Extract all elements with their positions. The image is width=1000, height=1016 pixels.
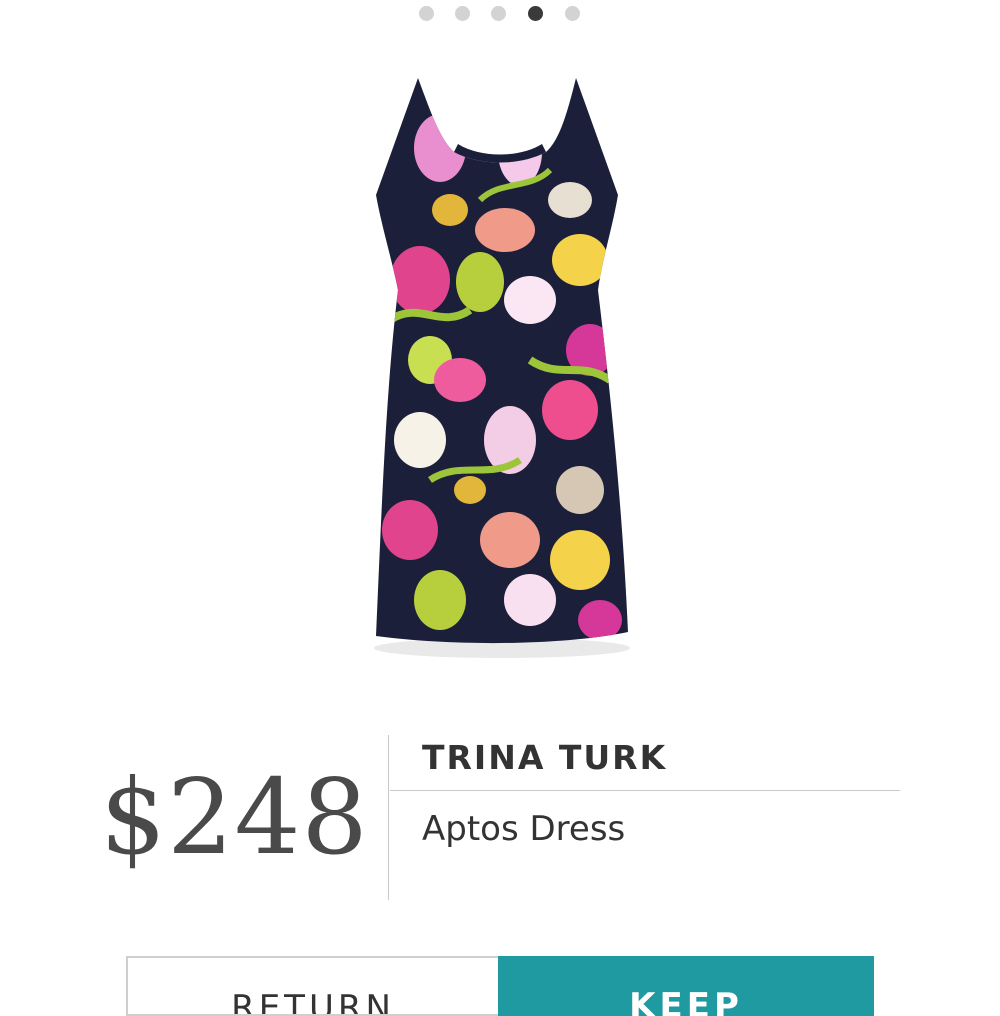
- vertical-divider: [388, 735, 389, 900]
- item-name: Aptos Dress: [422, 809, 626, 849]
- return-button-label: RETURN: [231, 988, 395, 1016]
- carousel-dot-4-active[interactable]: [528, 6, 543, 21]
- keep-button[interactable]: KEEP: [498, 956, 874, 1016]
- dress-illustration: [374, 78, 630, 658]
- return-button[interactable]: RETURN: [126, 956, 498, 1016]
- price: $248: [100, 756, 369, 878]
- keep-button-label: KEEP: [629, 986, 743, 1016]
- product-image[interactable]: [330, 60, 670, 680]
- brand-name: TRINA TURK: [422, 738, 668, 777]
- carousel-dot-1[interactable]: [419, 6, 434, 21]
- carousel-dot-3[interactable]: [491, 6, 506, 21]
- carousel-dot-2[interactable]: [455, 6, 470, 21]
- carousel-pagination: [0, 6, 1000, 22]
- carousel-dot-5[interactable]: [565, 6, 580, 21]
- horizontal-divider: [390, 790, 900, 791]
